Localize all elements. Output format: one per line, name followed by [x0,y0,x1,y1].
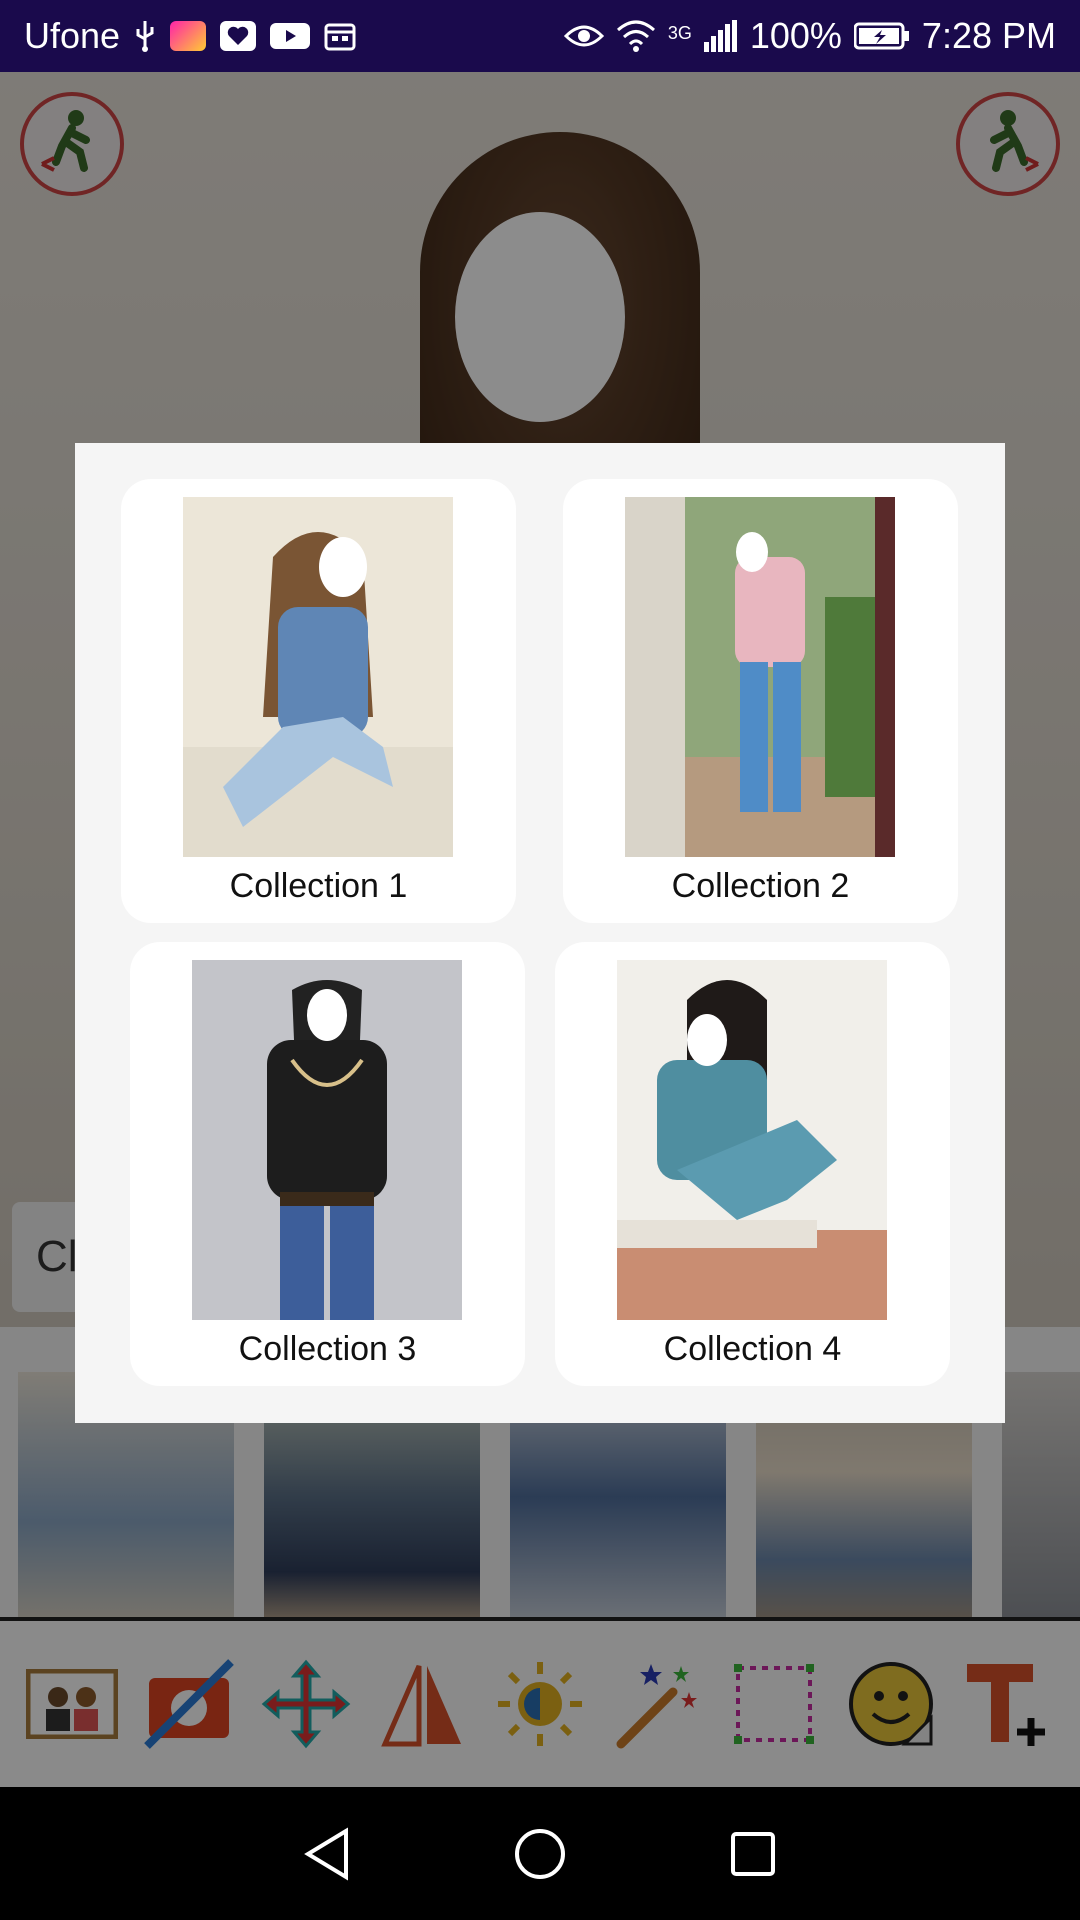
calendar-icon [324,21,356,51]
wifi-icon [616,20,656,52]
collection-card-4[interactable]: Collection 4 [555,942,950,1386]
recents-icon[interactable] [723,1824,783,1884]
carrier-name: Ufone [24,15,121,56]
battery-percent: 100% [749,15,842,56]
collection-4-label: Collection 4 [663,1330,842,1368]
collection-card-1[interactable]: Collection 1 [121,479,516,923]
collection-picker-dialog: Collection 1 Collection 2 Collection 3 C… [75,443,1005,1423]
battery-icon [853,22,910,50]
collection-3-thumbnail [192,960,462,1320]
status-bar: Ufone 3G 100% 7:28 PM [0,0,1080,72]
network-type: 3G [667,23,692,43]
collection-card-3[interactable]: Collection 3 [130,942,525,1386]
clock: 7:28 PM [921,15,1056,56]
collection-4-thumbnail [617,960,887,1320]
collection-1-thumbnail [183,497,453,857]
back-icon[interactable] [297,1824,357,1884]
home-icon[interactable] [510,1824,570,1884]
collection-2-thumbnail [625,497,895,857]
collection-card-2[interactable]: Collection 2 [563,479,958,923]
eye-comfort-icon [563,22,604,50]
notification-heart-icon [220,21,257,51]
youtube-icon [270,21,311,51]
system-navigation-bar [0,1787,1080,1920]
collection-1-label: Collection 1 [229,867,408,905]
usb-icon [134,19,156,53]
collection-3-label: Collection 3 [238,1330,417,1368]
signal-icon [703,20,738,52]
collection-2-label: Collection 2 [671,867,850,905]
notification-app-icon [170,21,207,51]
